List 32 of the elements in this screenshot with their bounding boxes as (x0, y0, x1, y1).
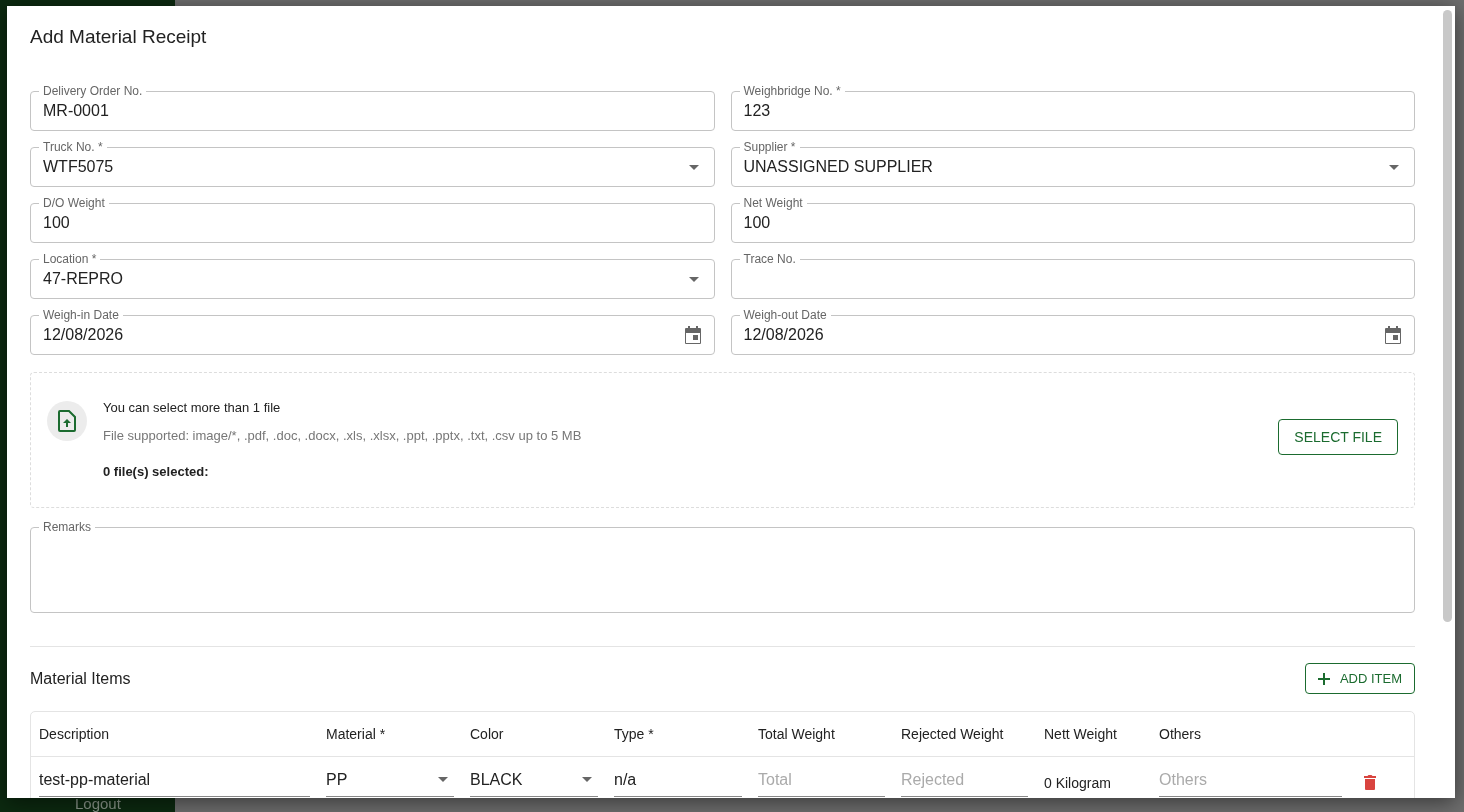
file-upload-icon (47, 401, 87, 441)
column-header: Total Weight (758, 726, 836, 742)
caret-icon (582, 777, 592, 782)
calendar-icon[interactable] (1384, 325, 1402, 345)
column-header: Color (470, 726, 505, 742)
column-header: Material * (326, 726, 387, 742)
table-input[interactable]: test-pp-material (39, 763, 310, 797)
caret-icon (688, 164, 699, 170)
column-header: Description (39, 726, 111, 742)
table-select[interactable]: BLACK (470, 763, 598, 797)
table-select[interactable]: PP (326, 763, 454, 797)
column-header: Nett Weight (1044, 726, 1118, 742)
caret-icon (1389, 164, 1399, 170)
scrollbar[interactable] (1443, 10, 1452, 622)
column-header: Rejected Weight (901, 726, 1005, 742)
upload-hint: You can select more than 1 file (103, 399, 282, 417)
caret-icon (688, 276, 699, 282)
calendar-icon[interactable] (683, 325, 702, 345)
column-header: Type * (614, 726, 655, 742)
trash-icon[interactable] (1364, 774, 1376, 790)
caret-icon (438, 777, 448, 782)
plus-icon (1317, 672, 1330, 685)
section-title: Material Items (30, 669, 131, 688)
logout-link[interactable]: Logout (75, 795, 121, 812)
select-file-button[interactable]: SELECT FILE (1278, 419, 1398, 455)
supported-files-text: File supported: image/*, .pdf, .doc, .docx, .xls, .xlsx, .ppt, .pptx, .txt, .csv up to 5 MB (103, 427, 583, 445)
files-selected-count: 0 file(s) selected: (103, 463, 210, 481)
column-header: Others (1159, 726, 1202, 742)
dialog-title: Add Material Receipt (30, 25, 208, 49)
table-cell-text: 0 Kilogram (1044, 775, 1112, 791)
add-item-button[interactable]: ADD ITEM (1304, 663, 1415, 694)
table-input[interactable]: n/a (614, 763, 742, 797)
